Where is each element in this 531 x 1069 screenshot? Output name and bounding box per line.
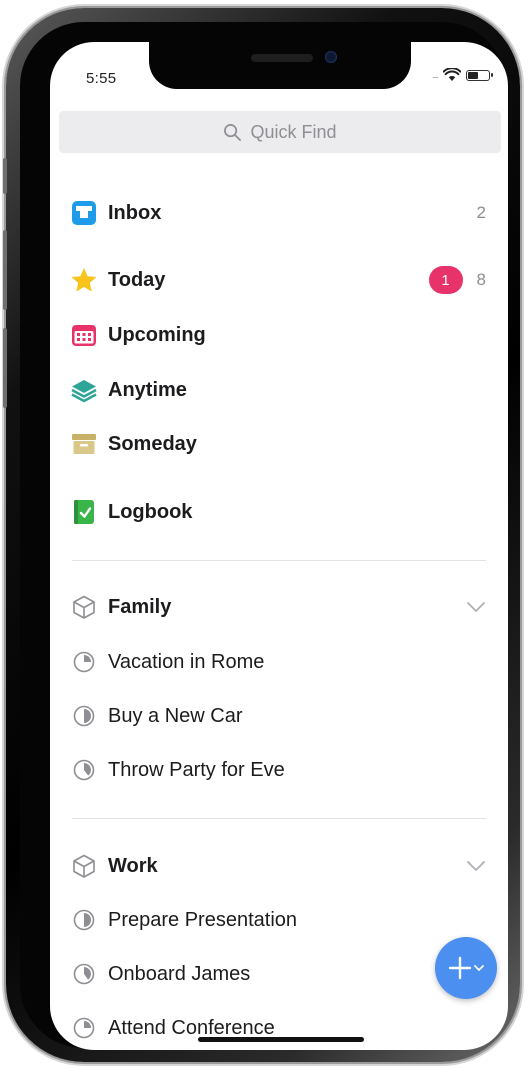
search-placeholder: Quick Find [250,121,337,142]
list-someday[interactable]: Someday [70,427,486,461]
project-progress-icon [73,909,95,931]
signal-icon: .... [431,70,439,80]
project-row[interactable]: Prepare Presentation [70,903,486,937]
project-label: Onboard James [108,962,251,985]
today-badge: 1 [428,266,463,294]
quick-find-search[interactable]: Quick Find [59,111,501,153]
list-label: Inbox [108,201,162,224]
divider [72,818,486,819]
list-label: Anytime [108,378,187,401]
project-label: Throw Party for Eve [108,758,285,781]
volume-up-button [3,230,7,310]
project-row[interactable]: Onboard James [70,957,486,991]
area-cube-icon [70,593,98,621]
layers-icon [70,376,98,404]
calendar-icon [70,321,98,349]
plus-icon [448,956,484,980]
star-icon [70,266,98,294]
area-cube-icon [70,852,98,880]
logbook-icon [70,498,98,526]
list-label: Today [108,268,166,291]
project-progress-icon [73,651,95,673]
project-progress-icon [73,1017,95,1039]
list-logbook[interactable]: Logbook [70,495,486,529]
project-progress-icon [73,759,95,781]
inbox-count: 2 [476,203,486,222]
list-label: Someday [108,432,197,455]
project-row[interactable]: Buy a New Car [70,699,486,733]
archive-box-icon [70,430,98,458]
project-progress-icon [73,705,95,727]
add-button[interactable] [435,937,497,999]
notch [149,42,411,89]
chevron-down-icon[interactable] [466,601,486,613]
list-upcoming[interactable]: Upcoming [70,318,486,352]
inbox-icon [70,199,98,227]
list-inbox[interactable]: Inbox 2 [70,196,486,230]
list-anytime[interactable]: Anytime [70,373,486,407]
volume-down-button [3,328,7,408]
project-label: Vacation in Rome [108,650,265,673]
list-label: Upcoming [108,323,206,346]
list-today[interactable]: Today 1 8 [70,263,486,297]
area-work[interactable]: Work [70,849,486,883]
phone-frame: 5:55 .... Quick Find Inbox 2 Today 1 8 U… [3,8,520,1062]
wifi-icon [443,68,461,81]
chevron-down-icon[interactable] [466,860,486,872]
project-label: Prepare Presentation [108,908,298,931]
front-camera [325,51,337,63]
area-family[interactable]: Family [70,590,486,624]
app-screen: 5:55 .... Quick Find Inbox 2 Today 1 8 U… [50,42,508,1050]
home-indicator[interactable] [198,1037,364,1042]
project-progress-icon [73,963,95,985]
status-indicators: .... [431,68,493,82]
area-label: Family [108,595,172,618]
battery-level [468,71,478,79]
project-row[interactable]: Throw Party for Eve [70,753,486,787]
list-label: Logbook [108,500,193,523]
search-icon [224,123,242,141]
battery-icon [466,69,493,81]
speaker [251,54,313,62]
silent-switch [3,158,7,194]
area-label: Work [108,854,158,877]
divider [72,560,486,561]
status-time: 5:55 [86,70,117,87]
today-count: 8 [476,270,486,289]
project-label: Buy a New Car [108,704,243,727]
project-row[interactable]: Vacation in Rome [70,645,486,679]
